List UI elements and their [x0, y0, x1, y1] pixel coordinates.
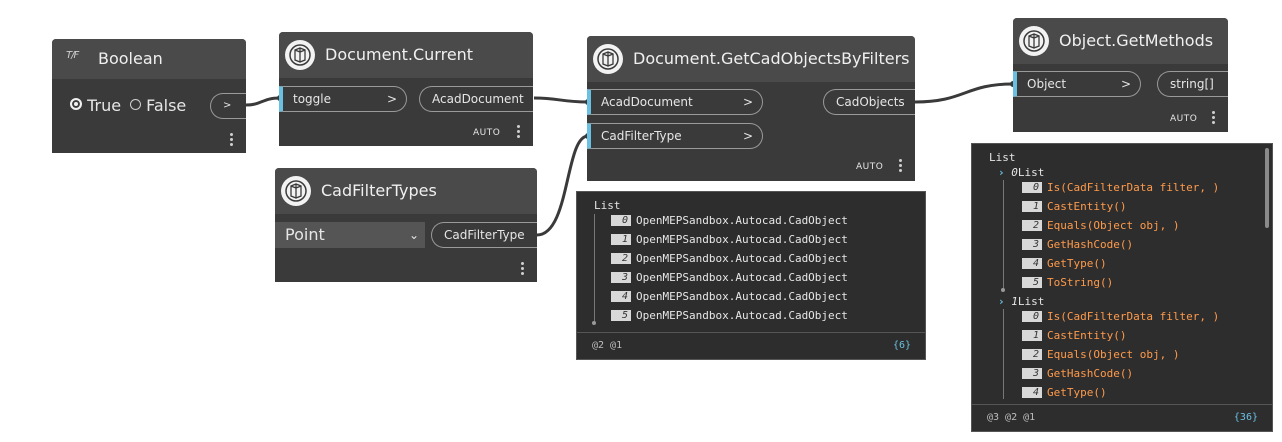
list-item: 5 OpenMEPSandbox.Autocad.CadObject: [611, 308, 848, 323]
list-item: 1 OpenMEPSandbox.Autocad.CadObject: [611, 232, 848, 247]
list-item: 2 Equals(Object obj, ): [1022, 218, 1179, 233]
list-tree-end-dot: [1001, 288, 1005, 292]
node-title: CadFilterTypes: [321, 181, 437, 200]
chevron-right-icon: ›: [998, 166, 1005, 179]
radio-false-label: False: [146, 96, 187, 115]
boolean-radio-true[interactable]: True: [70, 97, 121, 115]
document-current-node[interactable]: Document.Current toggle > AcadDocument A…: [279, 32, 533, 146]
get-methods-header[interactable]: Object.GetMethods: [1013, 18, 1228, 64]
document-current-header[interactable]: Document.Current: [279, 32, 533, 78]
chevron-right-icon: >: [742, 129, 753, 143]
preview-footer: @3 @2 @1 {36}: [972, 404, 1272, 431]
cad-filter-types-header[interactable]: CadFilterTypes: [275, 168, 537, 214]
list-item: 4 GetType(): [1022, 385, 1107, 400]
list-item: 3 GetHashCode(): [1022, 366, 1133, 381]
list-item: 1 CastEntity(): [1022, 328, 1126, 343]
sublist-header[interactable]: › 0List: [998, 165, 1044, 180]
chevron-down-icon: ⌄: [408, 228, 419, 242]
list-tree-line: [594, 214, 595, 322]
node-title: Document.GetCadObjectsByFilters: [633, 49, 910, 68]
methods-preview-panel[interactable]: List › 0List 0 Is(CadFilterData filter, )…: [971, 143, 1273, 432]
wire-cadobjects-to-getmethods: [914, 82, 1014, 104]
boolean-radio-false[interactable]: False: [130, 97, 186, 115]
node-title: Document.Current: [325, 45, 474, 64]
list-tree-end-dot: [592, 321, 596, 325]
dynamo-node-icon: [593, 44, 623, 74]
get-cad-objects-node[interactable]: Document.GetCadObjectsByFilters AcadDocu…: [587, 36, 915, 181]
preview-list-header: List: [989, 151, 1016, 164]
node-menu-icon[interactable]: [521, 262, 525, 277]
dynamo-node-icon: [281, 176, 311, 206]
get-cad-objects-header[interactable]: Document.GetCadObjectsByFilters: [587, 36, 915, 82]
node-title: Boolean: [98, 49, 163, 68]
node-menu-icon[interactable]: [517, 125, 521, 140]
list-item: 5 ToString(): [1022, 275, 1113, 290]
boolean-node[interactable]: T/F Boolean True False >: [52, 39, 246, 153]
acaddocument-output-port[interactable]: AcadDocument: [419, 86, 533, 112]
cad-objects-preview-panel[interactable]: List 0 OpenMEPSandbox.Autocad.CadObject 1…: [576, 191, 926, 360]
toggle-input-port[interactable]: toggle >: [279, 86, 407, 112]
list-tree-line: [1003, 309, 1004, 399]
dynamo-node-icon: [1019, 26, 1049, 56]
sublist-header[interactable]: › 1List: [998, 294, 1044, 309]
preview-scrollbar[interactable]: [1265, 148, 1269, 228]
cadfiltertype-input-port[interactable]: CadFilterType >: [587, 123, 763, 149]
cad-filter-types-node[interactable]: CadFilterTypes Point ⌄ CadFilterType: [275, 168, 537, 282]
wire-document-to-getcad: [533, 96, 589, 104]
node-menu-icon[interactable]: [230, 133, 234, 148]
list-item: 0 OpenMEPSandbox.Autocad.CadObject: [611, 213, 848, 228]
dropdown-value: Point: [285, 225, 325, 244]
lacing-label: AUTO: [856, 162, 884, 172]
list-item: 2 OpenMEPSandbox.Autocad.CadObject: [611, 251, 848, 266]
dynamo-node-icon: [285, 40, 315, 70]
object-input-port[interactable]: Object >: [1013, 71, 1141, 97]
list-item: 4 OpenMEPSandbox.Autocad.CadObject: [611, 289, 848, 304]
radio-checked-icon: [70, 98, 82, 110]
acaddocument-input-port[interactable]: AcadDocument >: [587, 89, 763, 115]
list-item: 4 GetType(): [1022, 256, 1107, 271]
list-item: 2 Equals(Object obj, ): [1022, 347, 1179, 362]
chevron-right-icon: >: [1120, 77, 1131, 91]
list-tree-line: [1003, 180, 1004, 290]
filter-type-dropdown[interactable]: Point ⌄: [275, 222, 425, 248]
preview-footer: @2 @1 {6}: [577, 332, 925, 359]
radio-unchecked-icon: [130, 99, 141, 110]
boolean-node-header[interactable]: T/F Boolean: [52, 39, 246, 79]
chevron-right-icon: >: [386, 92, 397, 106]
list-levels: @3 @2 @1: [987, 412, 1036, 423]
lacing-label: AUTO: [473, 128, 501, 138]
chevron-right-icon: >: [742, 95, 753, 109]
radio-true-label: True: [87, 96, 122, 115]
item-count: {36}: [1233, 412, 1258, 423]
list-item: 3 OpenMEPSandbox.Autocad.CadObject: [611, 270, 848, 285]
get-methods-node[interactable]: Object.GetMethods Object > string[] AUTO: [1013, 18, 1228, 132]
node-title: Object.GetMethods: [1059, 31, 1214, 50]
list-item: 1 CastEntity(): [1022, 199, 1126, 214]
cadobjects-output-port[interactable]: CadObjects: [823, 89, 915, 115]
boolean-tf-icon: T/F: [66, 50, 79, 61]
lacing-label: AUTO: [1170, 114, 1198, 124]
chevron-right-icon: ›: [998, 295, 1005, 308]
boolean-output-port[interactable]: >: [210, 93, 246, 119]
string-array-output-port[interactable]: string[]: [1157, 71, 1228, 97]
list-item: 3 GetHashCode(): [1022, 237, 1133, 252]
node-menu-icon[interactable]: [899, 159, 903, 174]
list-levels: @2 @1: [592, 340, 623, 351]
preview-list-header: List: [594, 199, 621, 212]
cadfiltertype-output-port[interactable]: CadFilterType: [431, 222, 537, 248]
item-count: {6}: [892, 340, 911, 351]
list-item: 0 Is(CadFilterData filter, ): [1022, 180, 1219, 195]
list-item: 0 Is(CadFilterData filter, ): [1022, 309, 1219, 324]
wire-boolean-to-toggle: [245, 96, 281, 107]
node-menu-icon[interactable]: [1212, 111, 1216, 126]
